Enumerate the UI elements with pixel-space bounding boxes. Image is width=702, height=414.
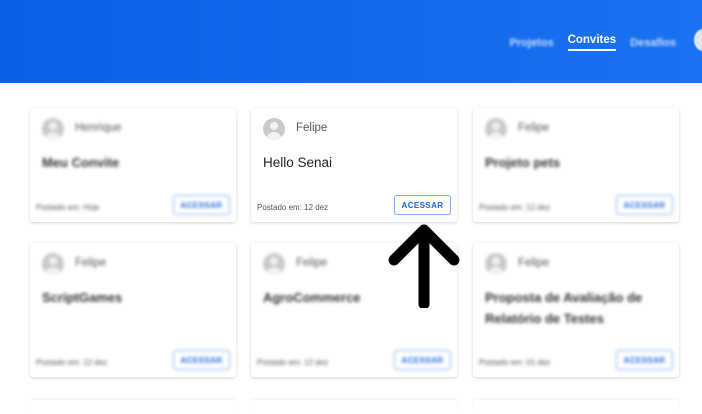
card-author: Felipe	[518, 257, 550, 269]
user-avatar-icon	[485, 118, 507, 140]
card-title: Projeto pets	[485, 155, 561, 170]
card-title: Proposta de Avaliação de Relatório de Te…	[485, 290, 643, 326]
card-title: Meu Convite	[42, 155, 120, 170]
card-author: Felipe	[296, 122, 328, 134]
up-arrow-icon	[388, 224, 460, 308]
card-posted-date: Postado em: 12 dez	[257, 358, 329, 367]
access-button[interactable]: ACESSAR	[616, 195, 673, 215]
access-button[interactable]: ACESSAR	[173, 195, 230, 215]
invite-card: Henrique Meu Convite Postado em: Hoje AC…	[30, 108, 236, 222]
card-title: ScriptGames	[42, 290, 123, 305]
access-button[interactable]: ACESSAR	[616, 350, 673, 370]
access-button[interactable]: ACESSAR	[394, 195, 451, 215]
card-author: Felipe	[518, 122, 550, 134]
user-avatar-icon	[42, 118, 64, 140]
nav-desafios[interactable]: Desafios	[630, 37, 676, 49]
user-avatar-icon	[263, 253, 285, 275]
invite-card: Felipe Projeto pets Postado em: 12 dez A…	[473, 108, 679, 222]
card-posted-date: Postado em: 12 dez	[257, 203, 329, 212]
card-posted-date: Postado em: Hoje	[36, 203, 100, 212]
access-button[interactable]: ACESSAR	[173, 350, 230, 370]
nav-convites[interactable]: Convites	[567, 34, 617, 51]
nav-projetos[interactable]: Projetos	[510, 37, 554, 49]
invite-card: Felipe Hello Senai Postado em: 12 dez AC…	[251, 108, 457, 222]
card-author: Henrique	[75, 122, 122, 134]
card-posted-date: Postado em: 12 dez	[36, 358, 108, 367]
main-nav: Projetos Convites Desafios	[510, 34, 676, 51]
invite-card: Felipe Proposta de Avaliação de Relatóri…	[473, 243, 679, 377]
card-title: Hello Senai	[263, 155, 333, 170]
next-row-hint	[30, 392, 680, 414]
access-button[interactable]: ACESSAR	[394, 350, 451, 370]
card-posted-date: Postado em: 12 dez	[479, 203, 551, 212]
user-avatar[interactable]	[694, 29, 702, 51]
invite-card: Felipe ScriptGames Postado em: 12 dez AC…	[30, 243, 236, 377]
user-avatar-icon	[263, 118, 285, 140]
card-author: Felipe	[296, 257, 328, 269]
card-posted-date: Postado em: 01 dez	[479, 358, 551, 367]
top-header: Projetos Convites Desafios	[0, 0, 702, 83]
card-author: Felipe	[75, 257, 107, 269]
user-avatar-icon	[485, 253, 507, 275]
user-avatar-icon	[42, 253, 64, 275]
